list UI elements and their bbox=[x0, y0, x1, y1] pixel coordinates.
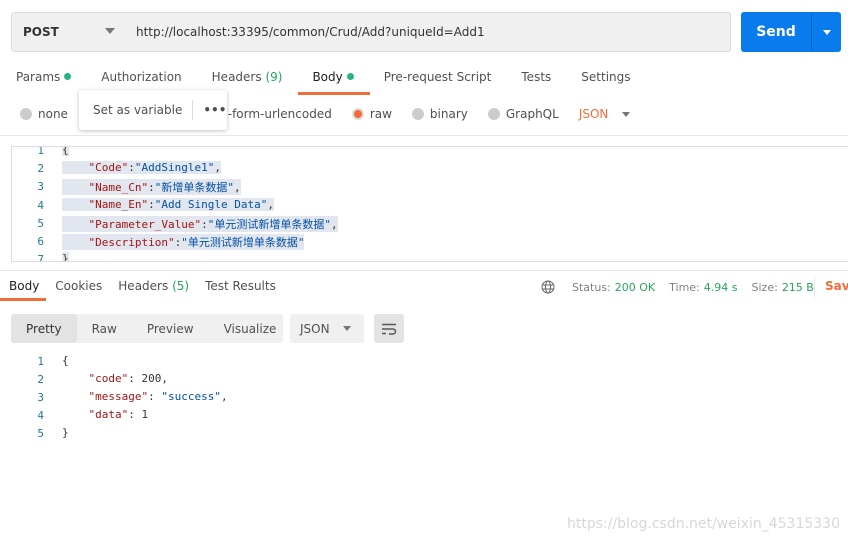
chevron-down-icon bbox=[343, 326, 351, 331]
line-number: 3 bbox=[37, 180, 44, 194]
code-line: "Parameter_Value":"单元测试新增单条数据", bbox=[62, 215, 338, 232]
radio-binary[interactable]: binary bbox=[411, 107, 468, 121]
json-value: "单元测试新增单条数据" bbox=[181, 236, 305, 249]
body-indicator-dot bbox=[346, 73, 354, 80]
json-key: "Code" bbox=[88, 161, 129, 175]
line-number: 6 bbox=[37, 235, 44, 248]
json-key: "Description" bbox=[88, 236, 175, 249]
line-number: 2 bbox=[37, 373, 44, 386]
response-format-dropdown[interactable]: JSON bbox=[290, 314, 364, 343]
params-indicator-dot bbox=[64, 73, 72, 80]
send-options-dropdown[interactable] bbox=[812, 29, 841, 35]
response-tab-test-results[interactable]: Test Results bbox=[205, 279, 276, 293]
request-body-editor[interactable]: 1 {2 "Code":"AddSingle1", 3 "Name_Cn":"新增单… bbox=[11, 146, 848, 262]
json-value: 200 bbox=[141, 372, 162, 385]
more-options-button[interactable]: ••• bbox=[203, 103, 226, 117]
view-preview[interactable]: Preview bbox=[132, 314, 209, 343]
line-number: 4 bbox=[37, 409, 44, 422]
line-number: 2 bbox=[37, 162, 44, 176]
code-line: { bbox=[62, 147, 69, 156]
code-line: } bbox=[62, 426, 69, 439]
tab-headers[interactable]: Headers (9) bbox=[212, 70, 283, 92]
line-number: 5 bbox=[37, 216, 44, 230]
radio-urlencoded[interactable]: w-form-urlencoded bbox=[218, 107, 332, 121]
json-key: "code" bbox=[88, 372, 129, 385]
line-number: 1 bbox=[37, 146, 44, 157]
chevron-down-icon bbox=[822, 29, 831, 35]
line-number: 4 bbox=[37, 198, 44, 212]
tab-body[interactable]: Body bbox=[298, 70, 371, 95]
code-line: { bbox=[62, 354, 69, 367]
url-input[interactable]: http://localhost:33395/common/Crud/Add?u… bbox=[126, 12, 731, 52]
json-value: "AddSingle1" bbox=[134, 161, 215, 175]
method-select[interactable]: POST bbox=[11, 12, 127, 52]
view-raw[interactable]: Raw bbox=[77, 314, 132, 343]
json-value: "Add Single Data" bbox=[154, 197, 268, 211]
tab-authorization[interactable]: Authorization bbox=[101, 70, 181, 92]
line-number: 1 bbox=[37, 355, 44, 368]
selection-popup: Set as variable ••• bbox=[79, 90, 227, 130]
time-value: 4.94 s bbox=[703, 280, 738, 294]
json-key: "message" bbox=[88, 390, 149, 403]
code-line: "Name_Cn":"新增单条数据", bbox=[62, 179, 241, 196]
line-number: 3 bbox=[37, 391, 44, 404]
json-value: "success" bbox=[161, 390, 221, 403]
tab-settings[interactable]: Settings bbox=[581, 70, 630, 92]
response-tabs: Body Cookies Headers (5) Test Results bbox=[0, 279, 292, 301]
tab-params[interactable]: Params bbox=[16, 70, 72, 92]
response-meta: Status: 200 OK Time: 4.94 s Size: 215 B bbox=[541, 280, 828, 294]
method-value: POST bbox=[23, 25, 59, 39]
chevron-down-icon bbox=[622, 111, 631, 117]
json-value: 1 bbox=[141, 408, 149, 421]
json-key: "Parameter_Value" bbox=[88, 217, 202, 231]
code-line: "Code":"AddSingle1", bbox=[62, 161, 221, 175]
tab-pre-request-script[interactable]: Pre-request Script bbox=[384, 70, 492, 92]
code-line: "data": 1 bbox=[88, 408, 149, 421]
send-button[interactable]: Send bbox=[741, 12, 841, 52]
response-tab-body[interactable]: Body bbox=[0, 279, 47, 301]
json-key: "Name_Cn" bbox=[88, 181, 149, 195]
view-visualize[interactable]: Visualize bbox=[209, 314, 292, 343]
radio-raw[interactable]: raw bbox=[351, 107, 392, 121]
response-tab-headers[interactable]: Headers (5) bbox=[118, 279, 189, 293]
code-line: } bbox=[62, 252, 69, 261]
json-value: "新增单条数据" bbox=[154, 181, 234, 195]
response-view-tabs: Pretty Raw Preview Visualize bbox=[11, 314, 283, 343]
watermark: https://blog.csdn.net/weixin_45315330 bbox=[566, 516, 840, 532]
tab-tests[interactable]: Tests bbox=[521, 70, 551, 92]
radio-graphql[interactable]: GraphQL bbox=[487, 107, 559, 121]
json-key: "Name_En" bbox=[88, 197, 149, 211]
code-line: "code": 200, bbox=[88, 372, 169, 385]
format-dropdown[interactable]: JSON bbox=[579, 107, 631, 121]
globe-icon[interactable] bbox=[541, 280, 555, 294]
request-tabs: Params Authorization Headers (9) Body Pr… bbox=[16, 70, 661, 95]
code-line: "Description":"单元测试新增单条数据" bbox=[62, 234, 305, 250]
radio-none[interactable]: none bbox=[20, 107, 68, 121]
size-value: 215 B bbox=[781, 280, 814, 294]
code-line: "message": "success", bbox=[88, 390, 228, 403]
view-pretty[interactable]: Pretty bbox=[11, 314, 77, 343]
wrap-lines-button[interactable] bbox=[374, 314, 404, 343]
set-as-variable-button[interactable]: Set as variable bbox=[93, 103, 182, 117]
chevron-down-icon bbox=[105, 28, 115, 34]
save-response-button[interactable]: Save bbox=[825, 279, 848, 293]
json-value: "单元测试新增单条数据" bbox=[207, 217, 331, 231]
response-tab-cookies[interactable]: Cookies bbox=[55, 279, 102, 293]
code-line: "Name_En":"Add Single Data", bbox=[62, 197, 274, 211]
line-number: 7 bbox=[37, 253, 44, 262]
response-body-viewer: 1 {2 "code": 200, 3 "message": "success", 4… bbox=[0, 353, 848, 453]
status-value: 200 OK bbox=[614, 280, 656, 294]
send-label: Send bbox=[756, 24, 796, 40]
json-key: "data" bbox=[88, 408, 129, 421]
wrap-icon bbox=[382, 323, 397, 335]
line-number: 5 bbox=[37, 427, 44, 440]
